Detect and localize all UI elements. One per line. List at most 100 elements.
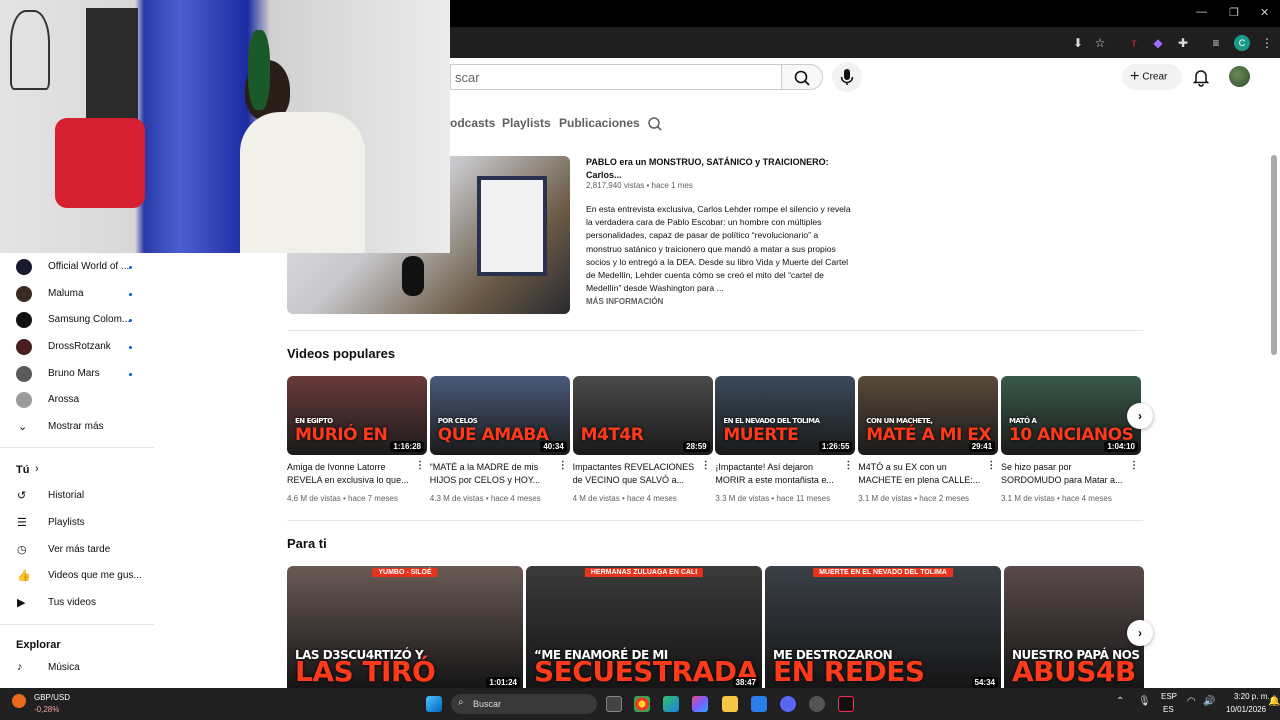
chrome-icon[interactable] [634,696,650,712]
subscription-item-label[interactable]: Arossa [48,394,79,405]
subscription-avatar[interactable] [16,339,32,355]
video-thumbnail[interactable]: CON UN MACHETE, MATÉ A MI EX 29:41 [858,376,999,455]
kebab-icon[interactable]: ⋮ [1259,35,1275,51]
video-title[interactable]: ¡Impactante! Así dejaron MORIR a este mo… [715,461,843,487]
search-box[interactable] [450,64,782,90]
minimize-icon[interactable]: — [1196,6,1207,18]
subscription-item-label[interactable]: DrossRotzank [48,341,111,352]
sidebar-item-tus-videos[interactable]: Tus videos [48,597,96,608]
store-icon[interactable] [751,696,767,712]
video-thumbnail[interactable]: YUMBO - SILOÉ LAS D3SCU4RTIZÓ Y LAS TIRÓ 1:… [287,566,523,688]
voice-search-button[interactable] [832,62,862,92]
video-thumbnail[interactable]: MATÓ A 10 ANCIANOS 1:04:10 [1001,376,1141,455]
tab-podcasts[interactable]: odcasts [450,116,495,130]
video-meta: 3.3 M de vistas • hace 11 meses [715,494,831,503]
task-view-icon[interactable] [606,696,622,712]
discord-icon[interactable] [780,696,796,712]
subscription-item-label[interactable]: Official World of ... [48,261,129,272]
taskbar-search[interactable]: Buscar [451,694,597,714]
edge-icon[interactable] [663,696,679,712]
video-menu-icon[interactable]: ⋮ [701,460,711,471]
close-icon[interactable]: ✕ [1260,6,1269,19]
page-scrollbar[interactable] [1271,155,1277,355]
download-icon[interactable]: ⬇ [1070,35,1086,51]
video-menu-icon[interactable]: ⋮ [843,460,853,471]
wifi-icon[interactable]: ◠ [1187,696,1196,707]
search-button[interactable] [781,64,823,90]
section-divider [287,520,1143,521]
windows-start-icon[interactable] [426,696,442,712]
extension-red-icon[interactable]: ᴛ [1126,35,1142,51]
for-you-next-arrow[interactable]: › [1127,620,1153,646]
show-more-button[interactable]: Mostrar más [48,421,104,432]
restore-icon[interactable]: ❐ [1229,6,1239,19]
sidebar-item-ver-mas-tarde[interactable]: Ver más tarde [48,544,110,555]
tiktok-icon[interactable] [838,696,854,712]
video-title[interactable]: Se hizo pasar por SORDOMUDO para Matar a… [1001,461,1129,487]
sidebar-item-musica[interactable]: Música [48,662,80,673]
thumbnail-headline: MUERTE [723,425,799,445]
video-menu-icon[interactable]: ⋮ [1129,460,1139,471]
video-duration: 1:16:28 [390,441,424,452]
video-title[interactable]: “MATÉ a la MADRE de mis HIJOS por CELOS … [430,461,558,487]
extension-purple-icon[interactable]: ◆ [1150,35,1166,51]
subscription-avatar[interactable] [16,286,32,302]
subscription-avatar[interactable] [16,312,32,328]
volume-icon[interactable]: 🔊 [1203,696,1215,707]
create-button[interactable]: + Crear [1122,64,1182,90]
sidebar-item-playlists[interactable]: Playlists [48,517,85,528]
copilot-icon[interactable] [692,696,708,712]
create-label: Crear [1142,71,1168,83]
tray-chevron-icon[interactable]: ⌃ [1116,696,1124,707]
featured-video-title[interactable]: PABLO era un MONSTRUO, SATÁNICO y TRAICI… [586,156,856,182]
video-menu-icon[interactable]: ⋮ [986,460,996,471]
video-thumbnail[interactable]: HERMANAS ZULUAGA EN CALI “ME ENAMORÉ DE M… [526,566,762,688]
subscription-item-label[interactable]: Maluma [48,288,84,299]
video-thumbnail[interactable]: M4T4R 28:59 [572,376,713,455]
video-thumbnail[interactable]: EN EGIPTO MURIÓ EN 1:16:28 [287,376,427,455]
mic-icon [840,69,854,85]
star-icon[interactable]: ☆ [1092,35,1108,51]
microphone-tray-icon[interactable]: 🎙 [1138,696,1151,707]
popular-next-arrow[interactable]: › [1127,403,1153,429]
notifications-bell-icon[interactable] [1190,66,1212,88]
subscription-item-label[interactable]: Bruno Mars [48,368,100,379]
video-title[interactable]: Impactantes REVELACIONES de VECINO que S… [573,461,701,487]
subscription-avatar[interactable] [16,259,32,275]
video-title[interactable]: M4TÓ a su EX con un MACHETE en plena CAL… [858,461,986,487]
account-avatar[interactable] [1229,66,1250,87]
ticker-name[interactable]: GBP/USD [34,693,70,702]
video-thumbnail[interactable]: NUESTRO PAPÁ NOS ABUS4B [1004,566,1144,688]
tab-playlists[interactable]: Playlists [502,116,551,130]
video-duration: 28:59 [683,441,710,452]
ticker-icon[interactable] [12,694,26,708]
profile-c-icon[interactable]: C [1234,35,1250,51]
sidebar-item-historial[interactable]: Historial [48,490,84,501]
obs-icon[interactable] [809,696,825,712]
video-thumbnail[interactable]: EN EL NEVADO DEL TOLIMA MUERTE 1:26:55 [715,376,856,455]
playlist-icon[interactable]: ≡ [1208,35,1224,51]
video-title[interactable]: Amiga de Ivonne Latorre REVELA en exclus… [287,461,415,487]
language-top[interactable]: ESP [1161,692,1177,701]
video-menu-icon[interactable]: ⋮ [558,460,568,471]
more-info-link[interactable]: MÁS INFORMACIÓN [586,297,663,306]
channel-search-icon[interactable] [646,115,664,133]
video-menu-icon[interactable]: ⋮ [415,460,425,471]
subscription-avatar[interactable] [16,392,32,408]
history-icon: ↺ [17,490,27,502]
subscription-item-label[interactable]: Samsung Colom... [48,314,130,325]
tab-publicaciones[interactable]: Publicaciones [559,116,640,130]
video-thumbnail[interactable]: MUERTE EN EL NEVADO DEL TOLIMA ME DESTROZ… [765,566,1001,688]
clock-time[interactable]: 3:20 p. m. [1234,692,1270,701]
notification-bell-icon[interactable]: 🔔 [1268,696,1280,707]
puzzle-icon[interactable]: ✚ [1175,35,1191,51]
subscription-avatar[interactable] [16,366,32,382]
you-section-title[interactable]: Tú [16,464,29,476]
video-thumbnail[interactable]: POR CELOS QUE AMABA 40:34 [429,376,570,455]
new-content-dot [129,373,132,376]
featured-video-description: En esta entrevista exclusiva, Carlos Leh… [586,204,851,294]
sidebar-item-liked[interactable]: Videos que me gus... [48,570,142,581]
file-explorer-icon[interactable] [722,696,738,712]
search-input[interactable] [451,65,771,89]
explore-section-title: Explorar [16,639,61,651]
